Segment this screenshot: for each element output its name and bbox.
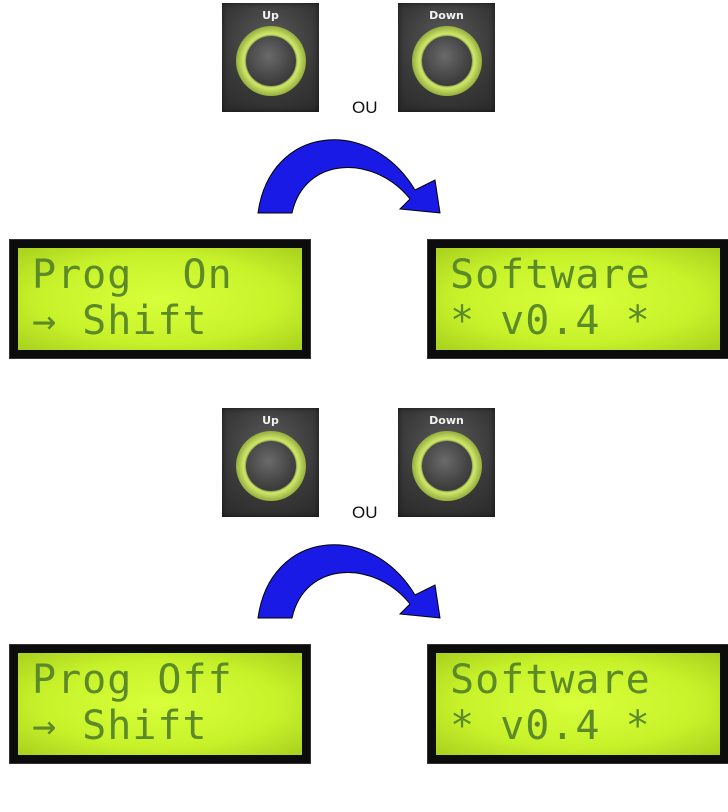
or-label: OU bbox=[352, 503, 378, 522]
up-button[interactable]: Up bbox=[222, 3, 319, 112]
lcd-line-2: → Shift bbox=[32, 703, 208, 749]
sequence-2: Up OU Down Prog Off → Shift Software * v… bbox=[0, 405, 728, 765]
lcd-display-prog-off: Prog Off → Shift bbox=[10, 645, 310, 763]
sequence-1: Up OU Down Prog On → Shift Software * v0… bbox=[0, 0, 728, 360]
lcd-display-software: Software * v0.4 * bbox=[428, 240, 728, 358]
lcd-line-2: * v0.4 * bbox=[450, 298, 651, 344]
lcd-display-software: Software * v0.4 * bbox=[428, 645, 728, 763]
up-button-label: Up bbox=[262, 9, 279, 22]
lcd-screen: Prog On → Shift bbox=[18, 248, 302, 350]
lcd-screen: Software * v0.4 * bbox=[436, 248, 720, 350]
up-button-cap bbox=[245, 36, 296, 86]
down-button[interactable]: Down bbox=[398, 408, 495, 517]
up-button-cap bbox=[245, 441, 296, 491]
down-button-cap bbox=[421, 36, 472, 86]
or-label: OU bbox=[352, 98, 378, 117]
up-button-label: Up bbox=[262, 414, 279, 427]
lcd-display-prog-on: Prog On → Shift bbox=[10, 240, 310, 358]
lcd-line-1: Prog On bbox=[32, 252, 233, 298]
lcd-line-2: * v0.4 * bbox=[450, 703, 651, 749]
lcd-screen: Software * v0.4 * bbox=[436, 653, 720, 755]
lcd-line-1: Software bbox=[450, 657, 651, 703]
lcd-line-1: Prog Off bbox=[32, 657, 233, 703]
up-button[interactable]: Up bbox=[222, 408, 319, 517]
curved-arrow-icon bbox=[257, 544, 441, 619]
lcd-screen: Prog Off → Shift bbox=[18, 653, 302, 755]
down-button-cap bbox=[421, 441, 472, 491]
curved-arrow-icon bbox=[257, 139, 441, 214]
down-button-label: Down bbox=[429, 414, 464, 427]
down-button-label: Down bbox=[429, 9, 464, 22]
down-button[interactable]: Down bbox=[398, 3, 495, 112]
lcd-line-2: → Shift bbox=[32, 298, 208, 344]
lcd-line-1: Software bbox=[450, 252, 651, 298]
